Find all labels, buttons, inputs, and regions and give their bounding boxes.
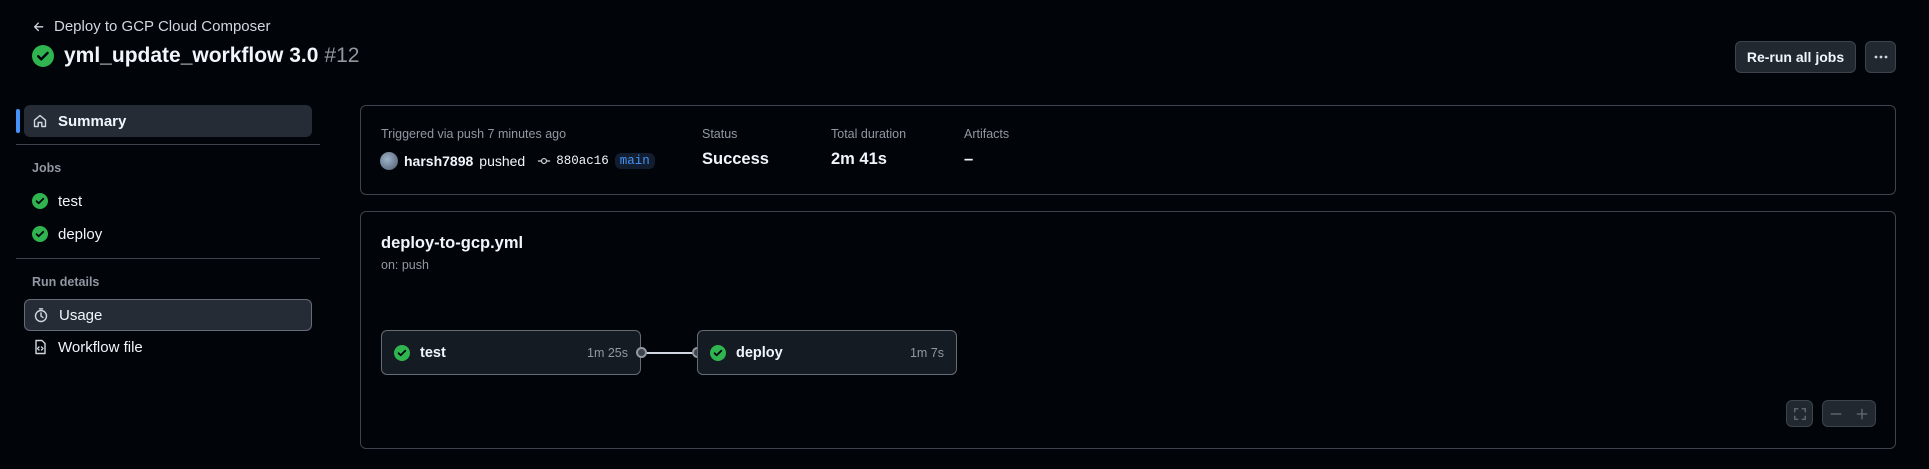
job-node-name: deploy [736, 344, 783, 361]
back-link[interactable]: Deploy to GCP Cloud Composer [32, 18, 271, 35]
job-node-test[interactable]: test 1m 25s [381, 330, 641, 375]
run-number: #12 [324, 44, 360, 67]
check-circle-icon [394, 344, 410, 361]
back-link-label: Deploy to GCP Cloud Composer [54, 18, 271, 35]
fullscreen-button[interactable] [1786, 400, 1813, 427]
trigger-info: harsh7898 pushed 880ac16 main [380, 152, 655, 170]
avatar[interactable] [380, 152, 398, 170]
status-value: Success [702, 150, 769, 168]
check-circle-icon [32, 226, 48, 242]
sidebar-item-label: Summary [58, 112, 127, 130]
plus-icon [1856, 408, 1868, 419]
sidebar-item-usage[interactable]: Usage [24, 299, 312, 331]
screen-full-icon [1793, 407, 1807, 421]
trigger-action: pushed [479, 153, 526, 169]
home-icon [32, 113, 48, 129]
job-node-name: test [420, 344, 446, 361]
page-title: yml_update_workflow 3.0 [64, 44, 319, 67]
file-code-icon [32, 339, 48, 355]
trigger-label: Triggered via push 7 minutes ago [381, 127, 567, 141]
stopwatch-icon [33, 307, 49, 323]
job-node-duration: 1m 7s [909, 345, 944, 360]
run-title: yml_update_workflow 3.0 #12 [32, 44, 359, 68]
sidebar-item-job-deploy[interactable]: deploy [24, 218, 312, 250]
sidebar-item-label: Usage [59, 306, 103, 324]
jobs-heading: Jobs [32, 161, 62, 175]
workflow-file-name[interactable]: deploy-to-gcp.yml [381, 234, 523, 253]
workflow-trigger: on: push [381, 258, 429, 272]
zoom-out-button[interactable] [1823, 407, 1849, 421]
dash-icon [1830, 412, 1842, 415]
connector-dot [636, 347, 647, 358]
sidebar-divider [16, 258, 320, 259]
duration-label: Total duration [831, 127, 907, 141]
artifacts-label: Artifacts [964, 127, 1010, 141]
run-details-heading: Run details [32, 275, 100, 289]
sidebar-item-workflow-file[interactable]: Workflow file [24, 331, 312, 363]
check-circle-icon [32, 45, 54, 67]
duration-value[interactable]: 2m 41s [831, 150, 887, 169]
sidebar-item-label: test [58, 192, 83, 210]
commit-sha: 880ac16 [556, 154, 609, 168]
sidebar-item-label: Workflow file [58, 338, 143, 356]
sidebar-item-summary[interactable]: Summary [24, 105, 312, 137]
sidebar-item-label: deploy [58, 225, 103, 243]
more-options-button[interactable] [1865, 41, 1896, 73]
run-summary-card [360, 105, 1896, 195]
artifacts-value: – [964, 150, 974, 168]
sidebar-item-job-test[interactable]: test [24, 185, 312, 217]
status-label: Status [702, 127, 738, 141]
job-node-deploy[interactable]: deploy 1m 7s [697, 330, 957, 375]
selected-indicator [16, 109, 20, 133]
kebab-horizontal-icon [1873, 49, 1889, 65]
job-connector-line [641, 352, 697, 354]
zoom-in-button[interactable] [1849, 407, 1875, 421]
branch-badge[interactable]: main [614, 153, 655, 169]
job-node-duration: 1m 25s [587, 345, 628, 360]
commit-link[interactable]: 880ac16 [537, 154, 609, 168]
actor-link[interactable]: harsh7898 [404, 153, 473, 169]
git-commit-icon [537, 154, 551, 168]
rerun-all-jobs-button[interactable]: Re-run all jobs [1735, 41, 1856, 73]
sidebar-divider [16, 144, 320, 145]
check-circle-icon [32, 193, 48, 209]
check-circle-icon [710, 344, 726, 361]
arrow-left-icon [32, 20, 46, 34]
zoom-controls [1822, 400, 1876, 427]
